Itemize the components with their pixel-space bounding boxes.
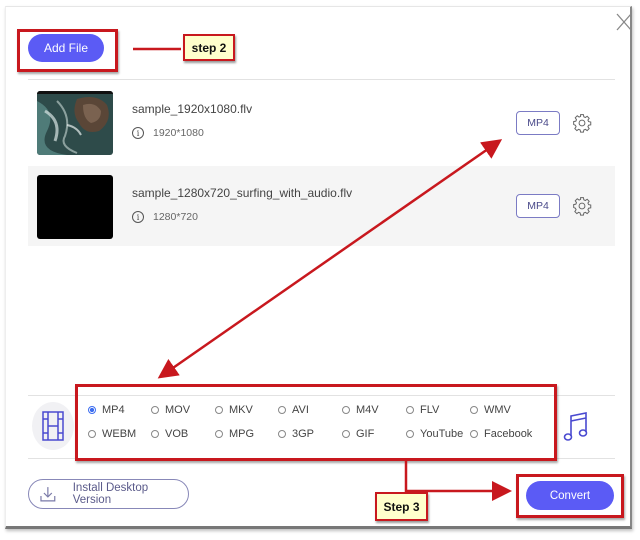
file-name: sample_1920x1080.flv (132, 102, 253, 116)
annotation-step-3: Step 3 (375, 492, 428, 521)
gear-icon[interactable] (572, 113, 592, 133)
annotation-step-2: step 2 (183, 34, 235, 61)
audio-format-tab[interactable] (562, 410, 590, 444)
file-row: sample_1280x720_surfing_with_audio.flv i… (28, 166, 615, 246)
download-icon (40, 487, 56, 502)
file-info: i 1920*1080 (132, 127, 204, 139)
file-row: sample_1920x1080.flv i 1920*1080 MP4 (28, 82, 615, 160)
output-format-button[interactable]: MP4 (516, 194, 560, 218)
annotation-highlight-formats (75, 384, 557, 461)
info-icon[interactable]: i (132, 211, 144, 223)
file-name: sample_1280x720_surfing_with_audio.flv (132, 186, 353, 200)
annotation-highlight-add-file (17, 29, 118, 72)
video-thumbnail (37, 175, 113, 239)
file-resolution: 1280*720 (153, 211, 198, 223)
install-desktop-button[interactable]: Install Desktop Version (28, 479, 189, 509)
music-note-icon (563, 412, 588, 441)
output-format-button[interactable]: MP4 (516, 111, 560, 135)
annotation-highlight-convert (516, 474, 624, 518)
divider (28, 79, 615, 80)
info-icon[interactable]: i (132, 127, 144, 139)
film-icon (42, 411, 64, 441)
video-format-tab[interactable] (32, 402, 74, 450)
install-label: Install Desktop Version (72, 482, 149, 506)
close-icon[interactable] (615, 12, 633, 32)
file-info: i 1280*720 (132, 211, 198, 223)
gear-icon[interactable] (572, 196, 592, 216)
video-thumbnail (37, 91, 113, 155)
file-resolution: 1920*1080 (153, 127, 204, 139)
